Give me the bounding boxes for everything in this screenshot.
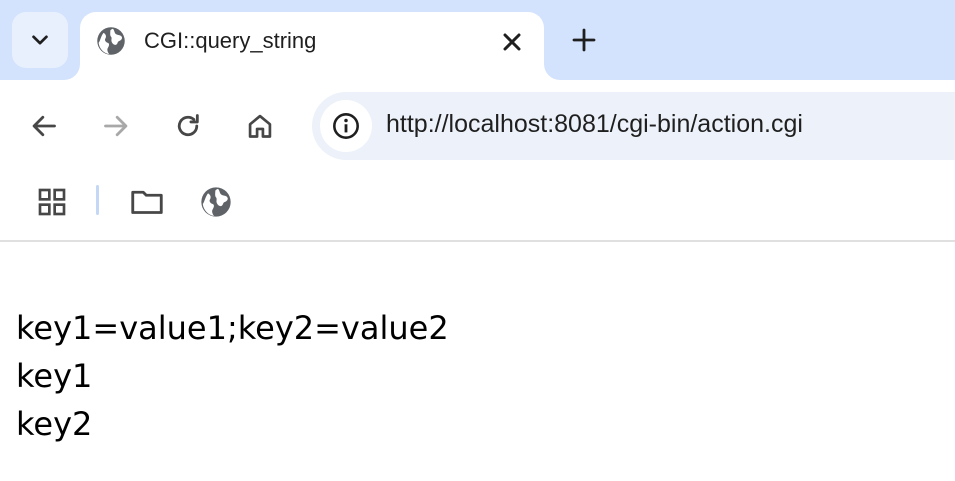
active-tab[interactable]: CGI::query_string — [80, 12, 544, 80]
query-string-line: key1=value1;key2=value2 — [16, 309, 449, 347]
toolbar: http://localhost:8081/cgi-bin/action.cgi — [0, 80, 955, 172]
reload-icon — [177, 114, 199, 137]
home-icon — [248, 114, 272, 138]
bookmark-folder[interactable] — [127, 182, 167, 222]
close-icon — [503, 33, 521, 51]
bookmarks-separator — [96, 185, 99, 215]
apps-button[interactable] — [32, 182, 72, 222]
arrow-right-icon — [104, 115, 128, 137]
home-button[interactable] — [240, 106, 280, 146]
reload-button[interactable] — [168, 106, 208, 146]
globe-icon — [97, 27, 125, 55]
globe-icon — [201, 187, 231, 217]
site-info-button[interactable] — [320, 100, 372, 152]
address-bar[interactable]: http://localhost:8081/cgi-bin/action.cgi — [312, 92, 955, 160]
param-name-line: key2 — [16, 405, 93, 443]
param-name-line: key1 — [16, 357, 93, 395]
forward-button[interactable] — [96, 106, 136, 146]
page-content: key1=value1;key2=value2 key1 key2 — [0, 242, 955, 481]
plus-icon — [572, 28, 596, 52]
chevron-down-icon — [32, 35, 48, 45]
folder-icon — [131, 190, 163, 214]
new-tab-button[interactable] — [566, 22, 602, 58]
arrow-left-icon — [32, 115, 56, 137]
tab-close-button[interactable] — [496, 26, 528, 58]
tab-strip: CGI::query_string — [0, 0, 955, 80]
back-button[interactable] — [24, 106, 64, 146]
bookmark-site[interactable] — [196, 182, 236, 222]
url-text[interactable]: http://localhost:8081/cgi-bin/action.cgi — [386, 110, 803, 139]
browser-window: CGI::query_string http://localhost:8081/… — [0, 0, 955, 481]
bookmarks-bar — [0, 172, 955, 242]
apps-grid-icon — [38, 188, 66, 216]
tab-title: CGI::query_string — [144, 28, 317, 53]
tab-search-button[interactable] — [12, 12, 68, 68]
info-icon — [333, 113, 359, 139]
